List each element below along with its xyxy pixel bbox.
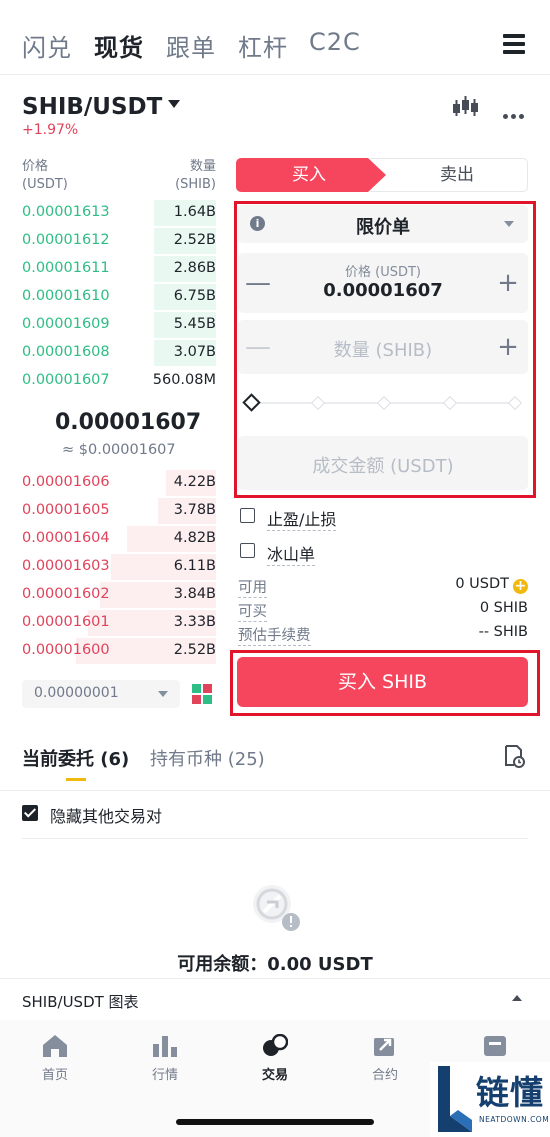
watermark-subtext: NEATDOWN.COM xyxy=(479,1115,550,1124)
home-indicator xyxy=(176,1119,374,1125)
orderbook-qty: 2.86B xyxy=(173,260,216,276)
orderbook-row[interactable]: 0.00001608 3.07B xyxy=(22,340,216,366)
hide-other-pairs-label[interactable]: 隐藏其他交易对 xyxy=(50,803,162,827)
empty-orders-icon xyxy=(253,885,300,931)
orderbook-row[interactable]: 0.00001613 1.64B xyxy=(22,200,216,226)
orderbook-row[interactable]: 0.00001612 2.52B xyxy=(22,228,216,254)
active-tab-indicator xyxy=(66,778,86,781)
orderbook-price: 0.00001608 xyxy=(22,344,110,360)
orderbook-qty: 3.84B xyxy=(173,586,216,602)
orderbook-row[interactable]: 0.00001605 3.78B xyxy=(22,498,216,524)
orderbook-qty-header: 数量 (SHIB) xyxy=(175,159,216,192)
buy-tab[interactable]: 买入 xyxy=(236,158,382,192)
last-price: 0.00001607 xyxy=(55,410,202,435)
orderbook-row[interactable]: 0.00001611 2.86B xyxy=(22,256,216,282)
buy-sell-toggle: 买入 卖出 xyxy=(236,158,528,192)
tab-convert[interactable]: 闪兑 xyxy=(22,28,72,63)
orderbook-qty: 3.33B xyxy=(173,614,216,630)
tab-c2c[interactable]: C2C xyxy=(309,28,361,56)
divider xyxy=(22,838,528,839)
menu-icon[interactable] xyxy=(503,34,525,54)
orderbook-price: 0.00001601 xyxy=(22,614,110,630)
nav-markets[interactable]: 行情 xyxy=(130,1034,200,1083)
orderbook-price: 0.00001611 xyxy=(22,260,110,276)
orderbook-qty: 6.11B xyxy=(173,558,216,574)
depth-precision-select[interactable]: 0.00000001 xyxy=(22,680,180,708)
tab-margin[interactable]: 杠杆 xyxy=(238,28,288,63)
home-icon xyxy=(43,1035,67,1057)
trade-icon xyxy=(263,1034,288,1056)
orderbook-price: 0.00001606 xyxy=(22,474,110,490)
orderbook-qty: 3.78B xyxy=(173,502,216,518)
bar-chart-icon xyxy=(153,1036,177,1057)
market-mode-tabs: 闪兑 现货 跟单 杠杆 C2C xyxy=(0,0,550,90)
tab-open-orders[interactable]: 当前委托 (6) xyxy=(22,745,129,771)
orderbook-price: 0.00001607 xyxy=(22,372,110,388)
watermark-text: 链懂 xyxy=(476,1073,544,1112)
orderbook-price: 0.00001600 xyxy=(22,642,110,658)
orderbook-qty: 6.75B xyxy=(173,288,216,304)
divider xyxy=(0,74,550,75)
add-funds-icon[interactable]: + xyxy=(513,579,528,594)
buy-submit-button[interactable]: 买入 SHIB xyxy=(237,657,528,707)
caret-down-icon[interactable] xyxy=(168,100,180,108)
pair-change-percent: +1.97% xyxy=(22,122,79,138)
orderbook-qty: 3.07B xyxy=(173,344,216,360)
orderbook-row[interactable]: 0.00001610 6.75B xyxy=(22,284,216,310)
orderbook-qty: 5.45B xyxy=(173,316,216,332)
orderbook-price: 0.00001604 xyxy=(22,530,110,546)
orderbook-price: 0.00001610 xyxy=(22,288,110,304)
orderbook-price: 0.00001613 xyxy=(22,204,110,220)
orderbook-price: 0.00001609 xyxy=(22,316,110,332)
tab-holdings[interactable]: 持有币种 (25) xyxy=(150,745,265,771)
orderbook-row[interactable]: 0.00001606 4.22B xyxy=(22,470,216,496)
available-row: 可用 0 USDT + xyxy=(238,576,528,598)
orderbook-row[interactable]: 0.00001604 4.82B xyxy=(22,526,216,552)
orderbook-row[interactable]: 0.00001607 560.08M xyxy=(22,368,216,394)
pair-selector[interactable]: SHIB/USDT xyxy=(22,94,162,120)
tp-sl-checkbox[interactable] xyxy=(240,508,255,523)
orderbook-qty: 2.52B xyxy=(173,232,216,248)
orderbook-row[interactable]: 0.00001600 2.52B xyxy=(22,638,216,664)
wallet-icon xyxy=(484,1036,506,1056)
iceberg-checkbox[interactable] xyxy=(240,543,255,558)
candlestick-chart-icon[interactable] xyxy=(452,96,478,118)
orderbook-qty: 1.64B xyxy=(173,204,216,220)
orderbook-qty: 4.82B xyxy=(173,530,216,546)
can-buy-row: 可买 0 SHIB xyxy=(238,600,528,622)
divider xyxy=(0,790,550,791)
orderbook-price: 0.00001603 xyxy=(22,558,110,574)
more-options-icon[interactable] xyxy=(503,104,527,123)
orderbook-price: 0.00001605 xyxy=(22,502,110,518)
orderbook-qty: 2.52B xyxy=(173,642,216,658)
orderbook-price: 0.00001602 xyxy=(22,586,110,602)
caret-down-icon xyxy=(158,691,168,697)
orderbook-price-header: 价格 (USDT) xyxy=(22,159,68,192)
orderbook-qty: 4.22B xyxy=(173,474,216,490)
nav-home[interactable]: 首页 xyxy=(20,1034,90,1083)
nav-trade[interactable]: 交易 xyxy=(240,1034,310,1083)
tab-spot[interactable]: 现货 xyxy=(94,28,144,63)
highlight-frame xyxy=(234,201,536,498)
orderbook-layout-icon[interactable] xyxy=(192,684,212,704)
watermark-logo xyxy=(438,1066,472,1132)
sell-tab[interactable]: 卖出 xyxy=(386,158,528,192)
available-balance: 可用余额：0.00 USDT xyxy=(177,954,373,975)
futures-icon xyxy=(374,1038,394,1056)
nav-futures[interactable]: 合约 xyxy=(350,1034,420,1083)
last-price-usd: ≈ $0.00001607 xyxy=(62,442,176,458)
chart-drawer[interactable]: SHIB/USDT 图表 xyxy=(0,978,550,1020)
orderbook-row[interactable]: 0.00001609 5.45B xyxy=(22,312,216,338)
orderbook-row[interactable]: 0.00001603 6.11B xyxy=(22,554,216,580)
orderbook-qty: 560.08M xyxy=(152,372,216,388)
caret-up-icon[interactable] xyxy=(512,995,522,1001)
est-fee-row: 预估手续费 -- SHIB xyxy=(238,624,528,646)
order-history-icon[interactable] xyxy=(503,744,525,768)
orderbook-price: 0.00001612 xyxy=(22,232,110,248)
orderbook-row[interactable]: 0.00001601 3.33B xyxy=(22,610,216,636)
tab-copy-trading[interactable]: 跟单 xyxy=(166,28,216,63)
orderbook-row[interactable]: 0.00001602 3.84B xyxy=(22,582,216,608)
hide-other-pairs-checkbox[interactable] xyxy=(22,805,38,821)
